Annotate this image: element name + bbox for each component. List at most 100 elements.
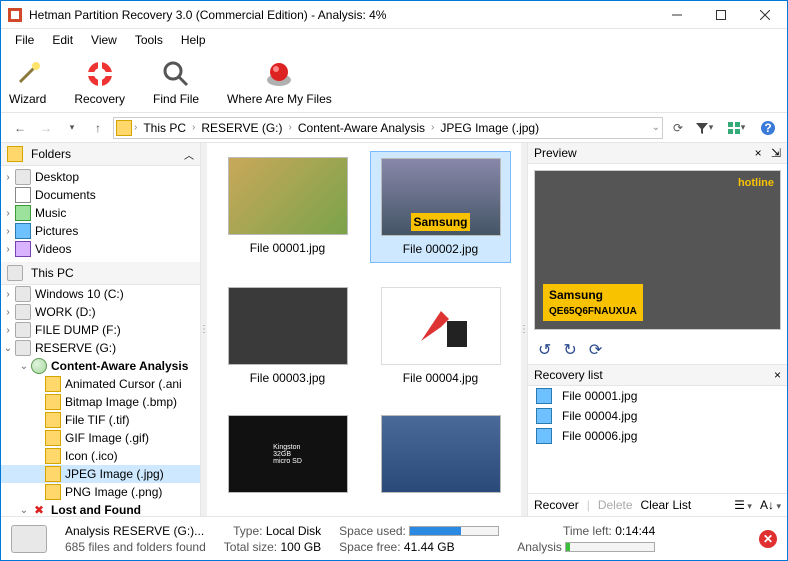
wizard-button[interactable]: Wizard (9, 58, 46, 106)
folder-icon (45, 484, 61, 500)
tree-type-ani[interactable]: Animated Cursor (.ani (1, 375, 200, 393)
back-button[interactable]: ← (9, 117, 31, 139)
thispc-header[interactable]: This PC (1, 262, 200, 285)
tree-type-ico[interactable]: Icon (.ico) (1, 447, 200, 465)
tree-drive-f[interactable]: ›FILE DUMP (F:) (1, 321, 200, 339)
where-label: Where Are My Files (227, 92, 332, 106)
folder-icon (7, 146, 23, 162)
tree-type-tif[interactable]: File TIF (.tif) (1, 411, 200, 429)
tree-type-gif[interactable]: GIF Image (.gif) (1, 429, 200, 447)
refresh-button[interactable]: ⟳ (667, 117, 689, 139)
tree-lost-found[interactable]: ⌄✖Lost and Found (1, 501, 200, 516)
recovery-list-footer: Recover | Delete Clear List ☰ A↓ (528, 493, 787, 516)
crumb-drive[interactable]: RESERVE (G:) (197, 121, 286, 135)
recovery-item[interactable]: File 00004.jpg (528, 406, 787, 426)
file-item[interactable]: Samsung File 00002.jpg (370, 151, 511, 263)
rotate-right-icon[interactable]: ↻ (563, 340, 576, 360)
file-label: File 00001.jpg (250, 241, 325, 255)
image-icon (536, 428, 552, 444)
close-icon[interactable]: × (774, 368, 781, 382)
file-label: File 00004.jpg (403, 371, 478, 385)
folders-header: Folders ︿ (1, 143, 200, 166)
history-dropdown[interactable] (61, 117, 83, 139)
tree-drive-c[interactable]: ›Windows 10 (C:) (1, 285, 200, 303)
refresh-icon[interactable]: ⟳ (589, 340, 602, 360)
recovery-item[interactable]: File 00001.jpg (528, 386, 787, 406)
tree-drive-g[interactable]: ⌄RESERVE (G:) (1, 339, 200, 357)
view-options-button[interactable] (725, 117, 747, 139)
crumb-jpeg[interactable]: JPEG Image (.jpg) (436, 121, 543, 135)
crumb-analysis[interactable]: Content-Aware Analysis (294, 121, 429, 135)
chevron-down-icon[interactable]: ⌄ (652, 122, 660, 133)
tree-type-jpg[interactable]: JPEG Image (.jpg) (1, 465, 200, 483)
recovery-item[interactable]: File 00006.jpg (528, 426, 787, 446)
tree-type-bmp[interactable]: Bitmap Image (.bmp) (1, 393, 200, 411)
alarm-icon (263, 58, 295, 90)
thumbnail-image (228, 157, 348, 235)
minimize-button[interactable] (655, 1, 699, 29)
find-file-button[interactable]: Find File (153, 58, 199, 106)
folder-icon (45, 466, 61, 482)
folder-icon (45, 448, 61, 464)
chevron-right-icon: › (134, 122, 137, 133)
sort-button[interactable]: A↓ (760, 498, 781, 512)
help-button[interactable]: ? (757, 117, 779, 139)
tree-videos[interactable]: ›Videos (1, 240, 200, 258)
desktop-icon (15, 169, 31, 185)
folder-tree: ›Desktop Documents ›Music ›Pictures ›Vid… (1, 166, 200, 516)
clear-list-button[interactable]: Clear List (641, 498, 692, 512)
recover-button[interactable]: Recover (534, 498, 579, 512)
close-button[interactable] (743, 1, 787, 29)
crumb-this-pc[interactable]: This PC (139, 121, 190, 135)
app-icon (7, 7, 23, 23)
delete-button[interactable]: Delete (598, 498, 633, 512)
status-analysis-title: Analysis RESERVE (G:)... (65, 524, 206, 538)
breadcrumb[interactable]: › This PC › RESERVE (G:) › Content-Aware… (113, 117, 663, 139)
recovery-list-items: File 00001.jpg File 00004.jpg File 00006… (528, 386, 787, 493)
toolbar: Wizard Recovery Find File Where Are My F… (1, 51, 787, 113)
recovery-list-title: Recovery list (534, 368, 603, 382)
chevron-up-icon[interactable]: ︿ (184, 147, 194, 162)
recovery-button[interactable]: Recovery (74, 58, 125, 106)
status-free: 41.44 GB (404, 540, 455, 554)
file-item[interactable]: File 00001.jpg (217, 151, 358, 263)
where-are-my-files-button[interactable]: Where Are My Files (227, 58, 332, 106)
space-used-bar (409, 526, 499, 536)
status-files-found: 685 files and folders found (65, 540, 206, 554)
file-item[interactable]: Kingston32GBmicro SD File 00005.jpg (217, 409, 358, 516)
forward-button[interactable]: → (35, 117, 57, 139)
file-item[interactable]: File 00006.jpg (370, 409, 511, 516)
tree-documents[interactable]: Documents (1, 186, 200, 204)
recovery-list-header: Recovery list × (528, 365, 787, 386)
thumbnail-image: Kingston32GBmicro SD (228, 415, 348, 493)
titlebar: Hetman Partition Recovery 3.0 (Commercia… (1, 1, 787, 29)
filter-button[interactable] (693, 117, 715, 139)
menu-help[interactable]: Help (173, 31, 214, 49)
file-item[interactable]: File 00003.jpg (217, 281, 358, 391)
list-view-button[interactable]: ☰ (734, 498, 752, 512)
maximize-button[interactable] (699, 1, 743, 29)
address-bar: ← → ↑ › This PC › RESERVE (G:) › Content… (1, 113, 787, 143)
documents-icon (15, 187, 31, 203)
menu-file[interactable]: File (7, 31, 42, 49)
menu-view[interactable]: View (83, 31, 125, 49)
close-icon[interactable]: × (755, 146, 762, 160)
status-time-left: 0:14:44 (615, 524, 655, 538)
up-button[interactable]: ↑ (87, 117, 109, 139)
folders-title: Folders (31, 147, 71, 161)
menu-edit[interactable]: Edit (44, 31, 81, 49)
tree-pictures[interactable]: ›Pictures (1, 222, 200, 240)
file-item[interactable]: File 00004.jpg (370, 281, 511, 391)
tree-drive-d[interactable]: ›WORK (D:) (1, 303, 200, 321)
tree-type-png[interactable]: PNG Image (.png) (1, 483, 200, 501)
menu-tools[interactable]: Tools (127, 31, 171, 49)
rotate-left-icon[interactable]: ↺ (538, 340, 551, 360)
menubar: File Edit View Tools Help (1, 29, 787, 51)
tree-music[interactable]: ›Music (1, 204, 200, 222)
preview-caption: Samsung QE65Q6FNAUXUA (543, 284, 643, 321)
pin-icon[interactable]: ⇲ (771, 146, 781, 160)
cancel-analysis-button[interactable]: ✕ (759, 530, 777, 548)
tree-desktop[interactable]: ›Desktop (1, 168, 200, 186)
recovery-list-panel: Recovery list × File 00001.jpg File 0000… (528, 364, 787, 516)
tree-content-aware[interactable]: ⌄Content-Aware Analysis (1, 357, 200, 375)
